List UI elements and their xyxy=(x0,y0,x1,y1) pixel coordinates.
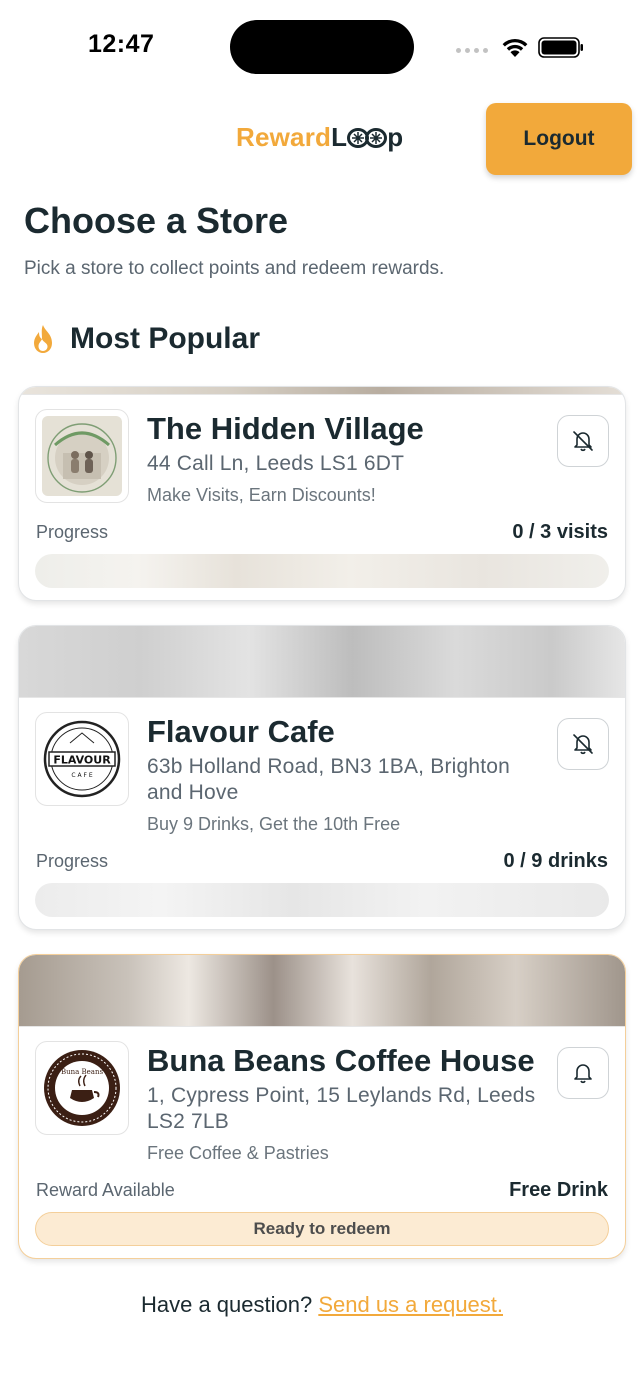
mute-notifications-button[interactable] xyxy=(557,718,609,770)
page-title: Choose a Store xyxy=(24,200,289,241)
section-title: Most Popular xyxy=(70,322,261,355)
mute-notifications-button[interactable] xyxy=(557,415,609,467)
app-logo: RewardL p xyxy=(236,122,403,153)
battery-icon xyxy=(538,37,583,58)
store-logo-hidden-village xyxy=(35,409,129,503)
footer-help: Have a question? Send us a request. xyxy=(0,1292,644,1318)
bell-icon xyxy=(574,1064,592,1084)
notifications-button[interactable] xyxy=(557,1047,609,1099)
store-name: The Hidden Village xyxy=(147,411,424,446)
svg-text:C A F E: C A F E xyxy=(71,772,92,779)
store-offer: Free Coffee & Pastries xyxy=(147,1143,329,1163)
bell-off-icon xyxy=(573,431,593,452)
progress-value: 0 / 9 drinks xyxy=(503,850,609,872)
store-address: 1, Cypress Point, 15 Leylands Rd, Leeds … xyxy=(147,1084,536,1133)
svg-text:FLAVOUR: FLAVOUR xyxy=(53,754,111,767)
logo-text-p: p xyxy=(387,122,404,152)
store-address: 44 Call Ln, Leeds LS1 6DT xyxy=(147,452,405,475)
footer-question: Have a question? xyxy=(140,1292,313,1317)
progress-bar xyxy=(35,554,609,588)
store-card-buna-beans[interactable]: Buna Beans Buna Beans Coffee House 1, Cy… xyxy=(18,954,626,1259)
store-offer: Make Visits, Earn Discounts! xyxy=(147,485,376,505)
flavour-cafe-logo: FLAVOUR C A F E xyxy=(43,720,121,798)
logout-button[interactable]: Logout xyxy=(486,103,632,175)
page-subtitle: Pick a store to collect points and redee… xyxy=(24,258,445,279)
store-logo-buna-beans: Buna Beans xyxy=(35,1041,129,1135)
wifi-icon xyxy=(502,38,528,57)
dynamic-island xyxy=(230,20,414,74)
progress-label: Progress xyxy=(36,522,109,542)
store-offer: Buy 9 Drinks, Get the 10th Free xyxy=(147,814,401,834)
store-name: Buna Beans Coffee House xyxy=(147,1043,535,1078)
svg-text:Buna Beans: Buna Beans xyxy=(61,1068,104,1076)
store-card-flavour-cafe[interactable]: FLAVOUR C A F E Flavour Cafe 63b Holland… xyxy=(18,625,626,930)
store-list: The Hidden Village 44 Call Ln, Leeds LS1… xyxy=(18,386,626,1283)
status-bar: 12:47 xyxy=(0,0,644,96)
store-banner-image xyxy=(19,626,625,698)
progress-value: 0 / 3 visits xyxy=(512,521,608,543)
reward-available-label: Reward Available xyxy=(36,1180,175,1200)
send-request-link[interactable]: Send us a request. xyxy=(318,1292,503,1317)
cellular-signal-icon xyxy=(456,48,488,53)
reward-value: Free Drink xyxy=(509,1179,608,1201)
progress-label: Progress xyxy=(36,851,109,871)
app-header: RewardL p Logout xyxy=(0,100,644,180)
buna-beans-logo: Buna Beans xyxy=(44,1050,120,1126)
section-header-most-popular: Most Popular xyxy=(30,322,260,356)
loop-infinity-icon xyxy=(347,128,388,148)
bell-off-icon xyxy=(573,734,593,755)
store-name: Flavour Cafe xyxy=(147,714,335,749)
store-banner-image xyxy=(19,387,625,395)
status-time: 12:47 xyxy=(88,30,155,58)
logo-text-reward: Reward xyxy=(236,122,332,152)
progress-bar xyxy=(35,883,609,917)
store-card-hidden-village[interactable]: The Hidden Village 44 Call Ln, Leeds LS1… xyxy=(18,386,626,601)
fire-icon xyxy=(34,325,52,353)
logo-text-l: L xyxy=(331,122,348,152)
ready-to-redeem-button[interactable]: Ready to redeem xyxy=(35,1212,609,1246)
store-banner-image xyxy=(19,955,625,1027)
hidden-village-logo xyxy=(42,416,122,496)
store-address: 63b Holland Road, BN3 1BA, Brighton and … xyxy=(147,755,511,804)
store-logo-flavour-cafe: FLAVOUR C A F E xyxy=(35,712,129,806)
